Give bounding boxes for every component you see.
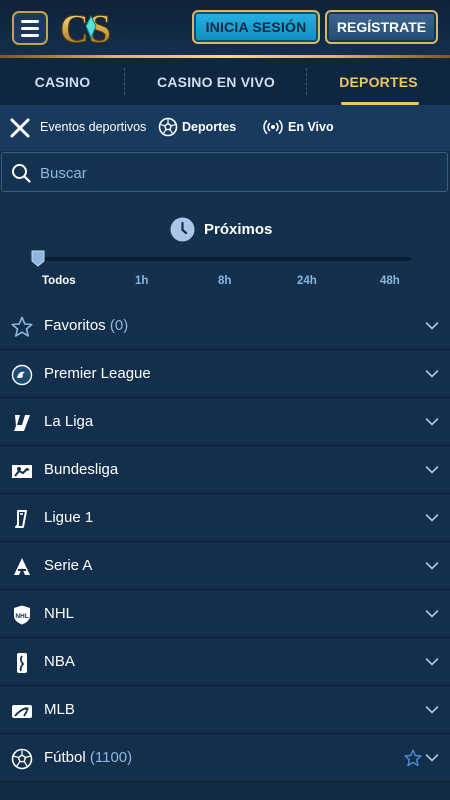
league-count: (1100) xyxy=(89,749,133,766)
league-name: Fútbol xyxy=(44,749,86,766)
league-label: Premier League xyxy=(44,365,151,382)
league-list: Favoritos (0) Premier League La Liga Bun… xyxy=(0,302,450,782)
menu-line xyxy=(21,19,39,23)
search-section xyxy=(0,151,450,193)
time-filter: Próximos Todos 1h 8h 24h 48h xyxy=(0,193,450,302)
star-icon xyxy=(11,316,33,337)
menu-line xyxy=(21,33,39,37)
league-name: MLB xyxy=(44,701,75,718)
league-name: La Liga xyxy=(44,413,94,430)
chevron-down-icon xyxy=(425,322,439,330)
search-icon xyxy=(12,164,31,183)
register-button[interactable]: REGÍSTRATE xyxy=(325,10,438,44)
league-label: MLB xyxy=(44,701,75,718)
time-option-24h[interactable]: 24h xyxy=(297,275,317,287)
subnav-en-vivo-link[interactable]: En Vivo xyxy=(262,117,334,137)
list-item-futbol[interactable]: Fútbol (1100) xyxy=(0,734,450,782)
search-box[interactable] xyxy=(1,152,448,192)
live-broadcast-icon xyxy=(263,120,283,134)
league-name: NBA xyxy=(44,653,75,670)
chevron-down-icon xyxy=(425,418,439,426)
tab-deportes[interactable]: DEPORTES xyxy=(307,58,450,105)
premier-league-icon xyxy=(11,364,33,386)
main-tabs: CASINO CASINO EN VIVO DEPORTES xyxy=(0,58,450,105)
league-label: Ligue 1 xyxy=(44,509,93,526)
chevron-down-icon xyxy=(425,658,439,666)
league-label: NBA xyxy=(44,653,75,670)
league-name: Premier League xyxy=(44,365,151,382)
favorite-star-icon[interactable] xyxy=(404,749,422,767)
league-label: Bundesliga xyxy=(44,461,118,478)
list-item-nhl[interactable]: NHL NHL xyxy=(0,590,450,638)
time-option-48h[interactable]: 48h xyxy=(380,275,400,287)
league-label: Favoritos (0) xyxy=(44,317,128,334)
subnav-deportes-label: Deportes xyxy=(182,120,237,134)
time-option-1h[interactable]: 1h xyxy=(135,275,148,287)
subnav-title: Eventos deportivos xyxy=(40,120,147,134)
list-item-premier-league[interactable]: Premier League xyxy=(0,350,450,398)
chevron-down-icon xyxy=(425,466,439,474)
chevron-down-icon xyxy=(425,706,439,714)
hamburger-menu-button[interactable] xyxy=(12,11,48,45)
tab-casino-label: CASINO xyxy=(34,73,91,90)
tab-casino[interactable]: CASINO xyxy=(0,58,125,105)
time-option-todos[interactable]: Todos xyxy=(42,275,76,287)
ligue1-icon xyxy=(15,510,27,528)
chevron-down-icon xyxy=(425,514,439,522)
time-slider-thumb[interactable] xyxy=(31,250,45,267)
list-item-nba[interactable]: NBA xyxy=(0,638,450,686)
sports-subnav: Eventos deportivos Deportes En Vivo xyxy=(0,105,450,151)
laliga-icon xyxy=(14,415,30,431)
league-label: NHL xyxy=(44,605,74,622)
time-filter-title: Próximos xyxy=(170,217,272,242)
league-count: (0) xyxy=(109,317,129,334)
chevron-down-icon xyxy=(425,754,439,762)
chevron-down-icon xyxy=(425,610,439,618)
nba-icon xyxy=(17,653,27,673)
svg-text:NHL: NHL xyxy=(15,613,28,620)
close-icon[interactable] xyxy=(9,117,31,139)
logo-text: CS xyxy=(60,6,111,50)
list-item-favoritos[interactable]: Favoritos (0) xyxy=(0,302,450,350)
top-bar: CS INICIA SESIÓN REGÍSTRATE xyxy=(0,0,450,58)
tab-casino-en-vivo[interactable]: CASINO EN VIVO xyxy=(125,58,307,105)
chevron-down-icon xyxy=(425,370,439,378)
league-name: Serie A xyxy=(44,557,93,574)
tab-deportes-label: DEPORTES xyxy=(339,73,418,90)
league-name: Ligue 1 xyxy=(44,509,94,526)
league-label: Serie A xyxy=(44,557,92,574)
login-button[interactable]: INICIA SESIÓN xyxy=(192,10,320,44)
clock-icon xyxy=(170,217,195,242)
subnav-en-vivo-label: En Vivo xyxy=(288,120,334,134)
logo[interactable]: CS xyxy=(58,6,128,50)
league-label: La Liga xyxy=(44,413,93,430)
league-name: NHL xyxy=(44,605,75,622)
serie-a-icon xyxy=(14,558,30,575)
list-item-la-liga[interactable]: La Liga xyxy=(0,398,450,446)
list-item-serie-a[interactable]: Serie A xyxy=(0,542,450,590)
menu-line xyxy=(21,26,39,30)
list-item-ligue-1[interactable]: Ligue 1 xyxy=(0,494,450,542)
chevron-down-icon xyxy=(425,562,439,570)
bundesliga-icon xyxy=(12,465,32,478)
list-item-mlb[interactable]: MLB xyxy=(0,686,450,734)
nhl-icon: NHL xyxy=(14,605,30,625)
league-name: Bundesliga xyxy=(44,461,119,478)
time-option-8h[interactable]: 8h xyxy=(218,275,231,287)
time-slider-track[interactable] xyxy=(33,257,411,261)
soccer-ball-icon xyxy=(11,748,33,770)
league-name: Favoritos xyxy=(44,317,106,334)
tab-casino-en-vivo-label: CASINO EN VIVO xyxy=(157,73,275,90)
subnav-deportes-link[interactable]: Deportes xyxy=(158,117,236,137)
league-label: Fútbol (1100) xyxy=(44,749,132,766)
soccer-ball-icon xyxy=(158,117,178,137)
mlb-icon xyxy=(12,705,32,718)
time-filter-label: Próximos xyxy=(204,221,273,238)
list-item-bundesliga[interactable]: Bundesliga xyxy=(0,446,450,494)
search-input[interactable] xyxy=(40,161,430,185)
